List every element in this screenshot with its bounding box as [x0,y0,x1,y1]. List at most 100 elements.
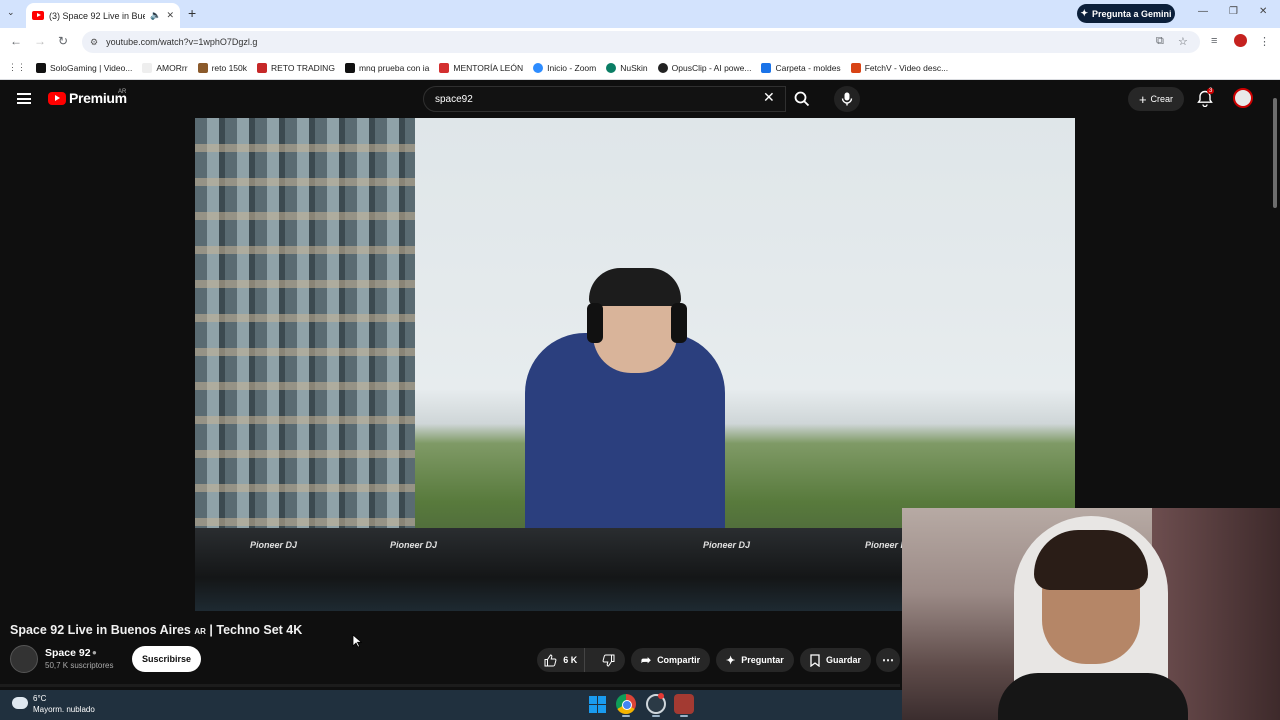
reload-icon[interactable]: ↻ [58,34,68,48]
video-frame-headphone [671,303,687,343]
webcam-person-hair [1034,530,1148,590]
bookmark-item[interactable]: Inicio - Zoom [533,62,596,73]
new-tab-icon[interactable]: + [188,5,196,21]
bookmark-favicon-icon [657,62,668,73]
window-close-icon[interactable]: ✕ [1259,6,1267,17]
share-arrow-icon: ➦ [641,653,652,667]
deck-label: Pioneer DJ [703,540,751,550]
active-app-indicator [680,715,688,717]
share-label: Compartir [657,655,701,665]
url-text: youtube.com/watch?v=1wphO7Dgzl.g [106,37,258,47]
ask-button[interactable]: ✦ Preguntar [716,648,794,672]
chrome-taskbar-icon[interactable] [616,694,636,714]
restore-icon[interactable]: ❐ [1229,6,1238,17]
create-button[interactable]: + Crear [1128,87,1184,111]
bookmark-favicon-icon [850,62,861,73]
like-count: 6 K [563,655,578,665]
deck-label: Pioneer DJ [250,540,298,550]
save-label: Guardar [826,655,862,665]
recorder-taskbar-icon[interactable] [646,693,666,714]
apps-grid-icon[interactable]: ⋮⋮ [8,62,26,73]
youtube-header: Premium AR space92 ✕ + Crear 3 [0,80,1280,118]
bookmark-favicon-icon [36,62,46,73]
bookmark-item[interactable]: RETO TRADING [257,62,335,73]
bookmark-favicon-icon [761,62,772,73]
forward-icon[interactable]: → [34,34,46,48]
video-title: Space 92 Live in Buenos Aires AR | Techn… [10,623,303,637]
windows-start-icon[interactable] [587,694,607,714]
back-icon[interactable]: ← [10,34,22,48]
like-dislike-group: 6 K [537,648,625,672]
bookmark-star-icon[interactable]: ☆ [1178,35,1188,48]
channel-name[interactable]: Space 92 [45,647,91,659]
save-button[interactable]: Guardar [800,648,872,672]
bookmark-item[interactable]: mnq prueba con ia [344,62,429,73]
weather-condition[interactable]: Mayorm. nublado [33,705,95,714]
temperature[interactable]: 6°C [33,694,46,703]
tab-search-chevron-icon[interactable]: ⌄ [7,7,15,18]
thumbs-down-icon [602,653,615,667]
bookmark-favicon-icon [257,62,268,73]
search-icon [794,91,810,107]
cast-icon[interactable]: ⧉ [1156,35,1164,48]
search-input[interactable]: space92 [423,86,786,112]
verified-icon: ● [92,648,97,657]
bookmark-favicon-icon [197,62,208,73]
windows-taskbar [0,690,902,720]
subscribe-button[interactable]: Suscribirse [132,646,201,672]
search-input-value: space92 [435,93,473,105]
share-button[interactable]: ➦ Compartir [631,648,711,672]
tab-close-icon[interactable]: ✕ [166,10,174,21]
notification-count-badge: 3 [1207,88,1215,94]
profile-avatar-icon[interactable] [1234,34,1247,47]
hamburger-menu-icon[interactable] [17,93,31,104]
site-info-icon[interactable]: ⚙ [90,37,98,48]
more-actions-button[interactable]: ⋯ [876,648,900,672]
media-controls-icon[interactable]: ≡ [1211,35,1217,47]
ask-label: Preguntar [741,655,784,665]
dislike-button[interactable] [591,648,625,672]
bookmark-item[interactable]: FetchV - Video desc... [850,62,948,73]
browser-toolbar: ← → ↻ ⚙ youtube.com/watch?v=1wphO7Dgzl.g… [0,28,1280,56]
channel-avatar[interactable] [10,645,38,673]
mouse-cursor-icon [352,634,362,648]
gemini-sparkle-icon: ✦ [1080,8,1088,18]
address-bar[interactable]: ⚙ youtube.com/watch?v=1wphO7Dgzl.g [82,31,1200,53]
video-frame-building [195,118,415,548]
like-button[interactable]: 6 K [537,648,586,672]
bookmark-item[interactable]: reto 150k [197,62,247,73]
deck-label: Pioneer DJ [390,540,438,550]
bookmark-item[interactable]: AMORrr [142,62,188,73]
cloud-icon[interactable] [12,697,28,709]
youtube-logo-icon [48,91,66,105]
browser-tab-active[interactable]: (3) Space 92 Live in Buenos 🔈 ✕ [26,3,180,28]
bookmark-item[interactable]: MENTORÍA LEÓN [439,62,523,73]
sparkle-icon: ✦ [726,654,736,667]
create-label: Crear [1150,94,1174,104]
ask-gemini-button[interactable]: ✦ Pregunta a Gemini [1077,4,1175,23]
flag-label: AR [194,627,206,636]
bookmark-item[interactable]: OpusClip - AI powe... [657,62,751,73]
webcam-person-shirt [998,673,1188,720]
minimize-icon[interactable]: — [1198,6,1208,17]
app-taskbar-icon[interactable] [674,694,694,714]
video-frame-dj-cap [589,268,681,306]
webcam-overlay [902,508,1280,720]
youtube-favicon-icon [32,11,44,20]
youtube-premium-logo[interactable]: Premium [48,90,127,106]
bookmark-favicon-icon [533,62,544,73]
scrollbar-thumb[interactable] [1273,98,1277,208]
bookmarks-bar: ⋮⋮ SoloGaming | Video... AMORrr reto 150… [0,56,1280,80]
bookmark-item[interactable]: SoloGaming | Video... [36,62,132,73]
tab-title: (3) Space 92 Live in Buenos [49,10,146,21]
browser-menu-icon[interactable]: ⋮ [1259,35,1270,48]
section-divider [0,684,900,687]
voice-search-button[interactable] [834,86,860,112]
bookmark-favicon-icon [606,62,617,73]
clear-search-icon[interactable]: ✕ [763,89,775,106]
speaker-icon[interactable]: 🔈 [150,10,161,21]
search-button[interactable] [786,86,818,112]
bookmark-item[interactable]: Carpeta - moldes [761,62,841,73]
account-avatar[interactable] [1233,88,1253,108]
bookmark-item[interactable]: NuSkin [606,62,648,73]
